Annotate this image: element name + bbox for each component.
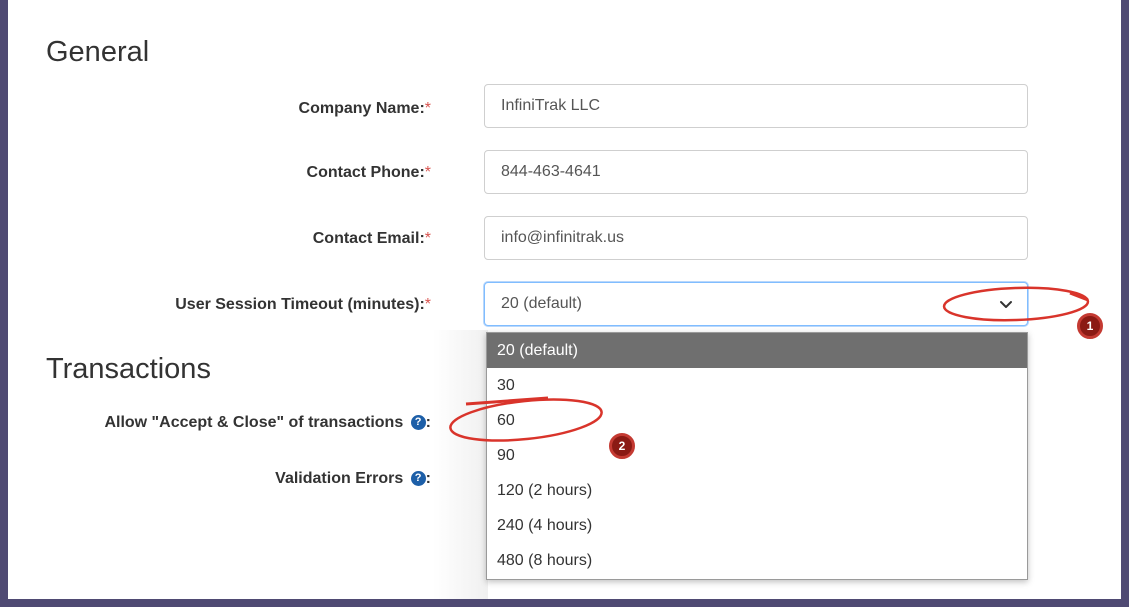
annotation-badge-2: 2 bbox=[609, 433, 635, 459]
annotation-overlay bbox=[449, 286, 1090, 442]
settings-panel: General Company Name:* InfiniTrak LLC Co… bbox=[8, 0, 1121, 599]
annotation-oval-2 bbox=[449, 398, 603, 442]
annotation-oval-1 bbox=[942, 286, 1090, 322]
annotation-badge-1: 1 bbox=[1077, 313, 1103, 339]
